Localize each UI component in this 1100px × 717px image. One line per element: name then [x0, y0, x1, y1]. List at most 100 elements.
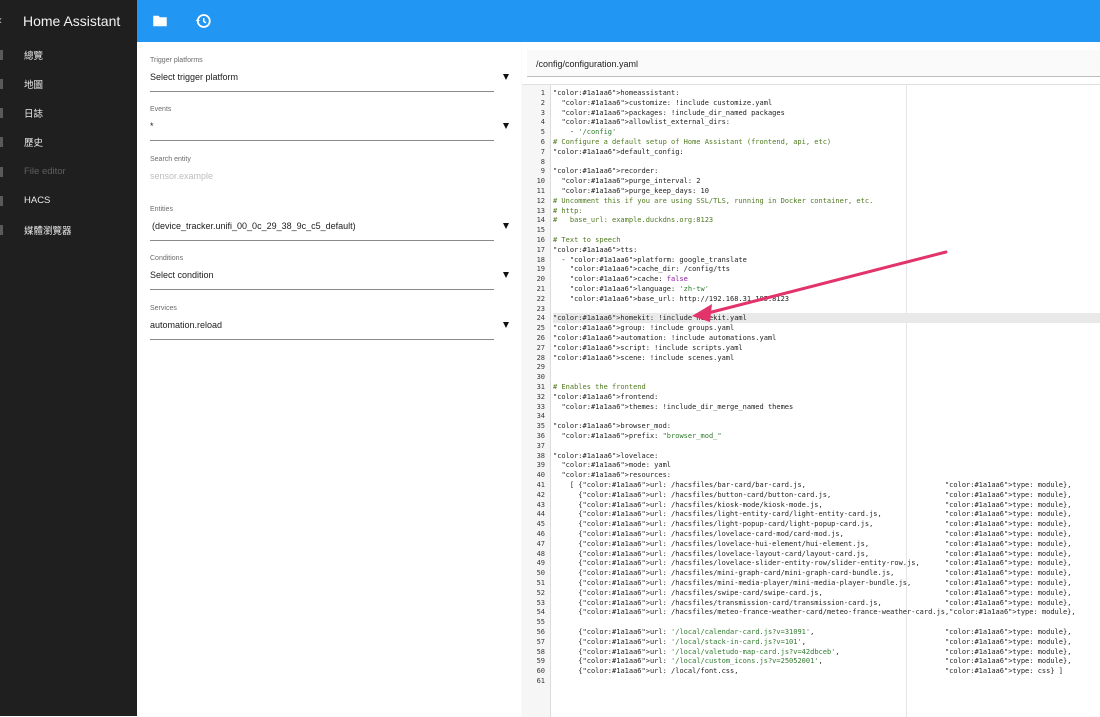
code-line[interactable]: "color:#1a1aa6">homekit: !include homeki…	[553, 313, 1100, 324]
trigger-platforms-field[interactable]: Trigger platforms Select trigger platfor…	[150, 57, 509, 92]
code-line[interactable]	[553, 617, 1100, 627]
code-editor[interactable]: 1 2 3 4 5 6 7 8 9 10 11 12 13 14 15 16 17 18 19 20 21 22 23 24 2…	[522, 84, 1100, 717]
code-line[interactable]: "color:#1a1aa6">tts:	[553, 245, 1100, 255]
code-line[interactable]	[553, 372, 1100, 382]
field-underline	[150, 91, 494, 92]
code-line[interactable]	[553, 676, 1100, 686]
code-line[interactable]: # Text to speech	[553, 235, 1100, 245]
code-line[interactable]: {"color:#1a1aa6">url: /hacsfiles/lovelac…	[553, 529, 1100, 539]
services-select[interactable]: automation.reload	[150, 320, 494, 332]
code-line[interactable]	[553, 441, 1100, 451]
code-line[interactable]: {"color:#1a1aa6">url: /hacsfiles/transmi…	[553, 598, 1100, 608]
code-line[interactable]: {"color:#1a1aa6">url: /hacsfiles/mini-me…	[553, 578, 1100, 588]
code-line[interactable]: {"color:#1a1aa6">url: /hacsfiles/meteo-f…	[553, 607, 1100, 617]
code-line[interactable]	[553, 225, 1100, 235]
code-line[interactable]: "color:#1a1aa6">group: !include groups.y…	[553, 323, 1100, 333]
code-line[interactable]: "color:#1a1aa6">automation: !include aut…	[553, 333, 1100, 343]
file-editor-panel: /config/configuration.yaml 1 2 3 4 5 6 7 8 9 10 11…	[522, 42, 1100, 717]
code-line[interactable]: "color:#1a1aa6">purge_interval: 2	[553, 176, 1100, 186]
code-line[interactable]: "color:#1a1aa6">purge_keep_days: 10	[553, 186, 1100, 196]
code-line[interactable]: {"color:#1a1aa6">url: '/local/valetudo-m…	[553, 647, 1100, 657]
line-number: 51	[536, 579, 545, 587]
code-line[interactable]	[553, 157, 1100, 167]
code-line[interactable]: "color:#1a1aa6">cache_dir: /config/tts	[553, 264, 1100, 274]
code-line[interactable]: - '/config'	[553, 127, 1100, 137]
code-line[interactable]: # http:	[553, 206, 1100, 216]
line-number: 27	[536, 343, 545, 352]
code-line[interactable]	[553, 411, 1100, 421]
sidebar-item-label: File editor	[24, 166, 66, 177]
code-line[interactable]	[553, 304, 1100, 314]
code-line[interactable]: "color:#1a1aa6">prefix: "browser_mod_"	[553, 431, 1100, 441]
events-select[interactable]: *	[150, 121, 494, 133]
code-line[interactable]: # Uncomment this if you are using SSL/TL…	[553, 196, 1100, 206]
code-line[interactable]	[553, 362, 1100, 372]
code-line[interactable]: {"color:#1a1aa6">url: '/local/calendar-c…	[553, 627, 1100, 637]
search-entity-input[interactable]: sensor.example	[150, 171, 494, 183]
code-line[interactable]: # Configure a default setup of Home Assi…	[553, 137, 1100, 147]
menu-toggle-icon[interactable]: ‹	[0, 13, 2, 27]
code-line[interactable]: # Enables the frontend	[553, 382, 1100, 392]
chevron-down-icon[interactable]	[503, 322, 509, 328]
sidebar-item-2[interactable]: 地圖	[0, 69, 137, 98]
code-line[interactable]: # base_url: example.duckdns.org:8123	[553, 215, 1100, 225]
sidebar-item-7[interactable]: 媒體瀏覽器	[0, 215, 137, 244]
file-path-bar[interactable]: /config/configuration.yaml	[527, 50, 1100, 77]
code-line[interactable]: "color:#1a1aa6">language: 'zh-tw'	[553, 284, 1100, 294]
code-line[interactable]: {"color:#1a1aa6">url: /hacsfiles/kiosk-m…	[553, 500, 1100, 510]
sidebar-item-6[interactable]: HACS	[0, 186, 137, 215]
code-line[interactable]: {"color:#1a1aa6">url: /hacsfiles/swipe-c…	[553, 588, 1100, 598]
code-line[interactable]: "color:#1a1aa6">scene: !include scenes.y…	[553, 353, 1100, 363]
code-line[interactable]: "color:#1a1aa6">recorder:	[553, 166, 1100, 176]
code-line[interactable]: "color:#1a1aa6">cache: false	[553, 274, 1100, 284]
chevron-down-icon[interactable]	[503, 272, 509, 278]
code-line[interactable]: "color:#1a1aa6">browser_mod:	[553, 421, 1100, 431]
code-line[interactable]: "color:#1a1aa6">mode: yaml	[553, 460, 1100, 470]
line-number: 3	[540, 108, 545, 117]
line-number: 39	[536, 461, 545, 470]
entities-field[interactable]: Entities (device_tracker.unifi_00_0c_29_…	[150, 206, 509, 241]
code-line[interactable]: {"color:#1a1aa6">url: /hacsfiles/light-e…	[553, 509, 1100, 519]
sidebar-item-5[interactable]: File editor	[0, 157, 137, 186]
line-number: 30	[536, 373, 545, 382]
code-line[interactable]: "color:#1a1aa6">script: !include scripts…	[553, 343, 1100, 353]
code-line[interactable]: {"color:#1a1aa6">url: /hacsfiles/mini-gr…	[553, 568, 1100, 578]
sidebar-item-4[interactable]: 歷史	[0, 127, 137, 156]
code-line[interactable]: "color:#1a1aa6">customize: !include cust…	[553, 98, 1100, 108]
code-line[interactable]: {"color:#1a1aa6">url: '/local/custom_ico…	[553, 656, 1100, 666]
code-line[interactable]: "color:#1a1aa6">frontend:	[553, 392, 1100, 402]
code-line[interactable]: - "color:#1a1aa6">platform: google_trans…	[553, 255, 1100, 265]
sidebar-item-1[interactable]: 總覽	[0, 40, 137, 69]
code-line[interactable]: "color:#1a1aa6">base_url: http://192.168…	[553, 294, 1100, 304]
conditions-field[interactable]: Conditions Select condition	[150, 255, 509, 290]
code-line[interactable]: "color:#1a1aa6">lovelace:	[553, 451, 1100, 461]
events-field[interactable]: Events *	[150, 106, 509, 141]
code-line[interactable]: "color:#1a1aa6">packages: !include_dir_n…	[553, 108, 1100, 118]
code-line[interactable]: {"color:#1a1aa6">url: /hacsfiles/light-p…	[553, 519, 1100, 529]
sidebar-item-3[interactable]: 日誌	[0, 98, 137, 127]
code-line[interactable]: {"color:#1a1aa6">url: '/local/stack-in-c…	[553, 637, 1100, 647]
code-line[interactable]: {"color:#1a1aa6">url: /hacsfiles/lovelac…	[553, 539, 1100, 549]
code-line[interactable]: {"color:#1a1aa6">url: /hacsfiles/lovelac…	[553, 549, 1100, 559]
search-entity-field[interactable]: Search entity sensor.example	[150, 156, 494, 183]
line-number: 7	[540, 147, 545, 156]
chevron-down-icon[interactable]	[503, 123, 509, 129]
entities-select[interactable]: (device_tracker.unifi_00_0c_29_38_9c_c5_…	[150, 221, 494, 233]
conditions-select[interactable]: Select condition	[150, 270, 494, 282]
chevron-down-icon[interactable]	[503, 74, 509, 80]
code-line[interactable]: "color:#1a1aa6">homeassistant:	[553, 88, 1100, 98]
code-line[interactable]: {"color:#1a1aa6">url: /hacsfiles/button-…	[553, 490, 1100, 500]
folder-icon[interactable]	[151, 12, 169, 30]
code-line[interactable]: "color:#1a1aa6">default_config:	[553, 147, 1100, 157]
services-field[interactable]: Services automation.reload	[150, 305, 509, 340]
code-line[interactable]: {"color:#1a1aa6">url: /hacsfiles/lovelac…	[553, 558, 1100, 568]
chevron-down-icon[interactable]	[503, 223, 509, 229]
code-line[interactable]: "color:#1a1aa6">themes: !include_dir_mer…	[553, 402, 1100, 412]
trigger-platforms-select[interactable]: Select trigger platform	[150, 72, 494, 84]
code-line[interactable]: {"color:#1a1aa6">url: /local/font.css, "…	[553, 666, 1100, 676]
history-icon[interactable]	[194, 12, 212, 30]
code-line[interactable]: "color:#1a1aa6">resources:	[553, 470, 1100, 480]
line-number: 18	[536, 255, 545, 264]
code-line[interactable]: [ {"color:#1a1aa6">url: /hacsfiles/bar-c…	[553, 480, 1100, 490]
code-line[interactable]: "color:#1a1aa6">allowlist_external_dirs:	[553, 117, 1100, 127]
